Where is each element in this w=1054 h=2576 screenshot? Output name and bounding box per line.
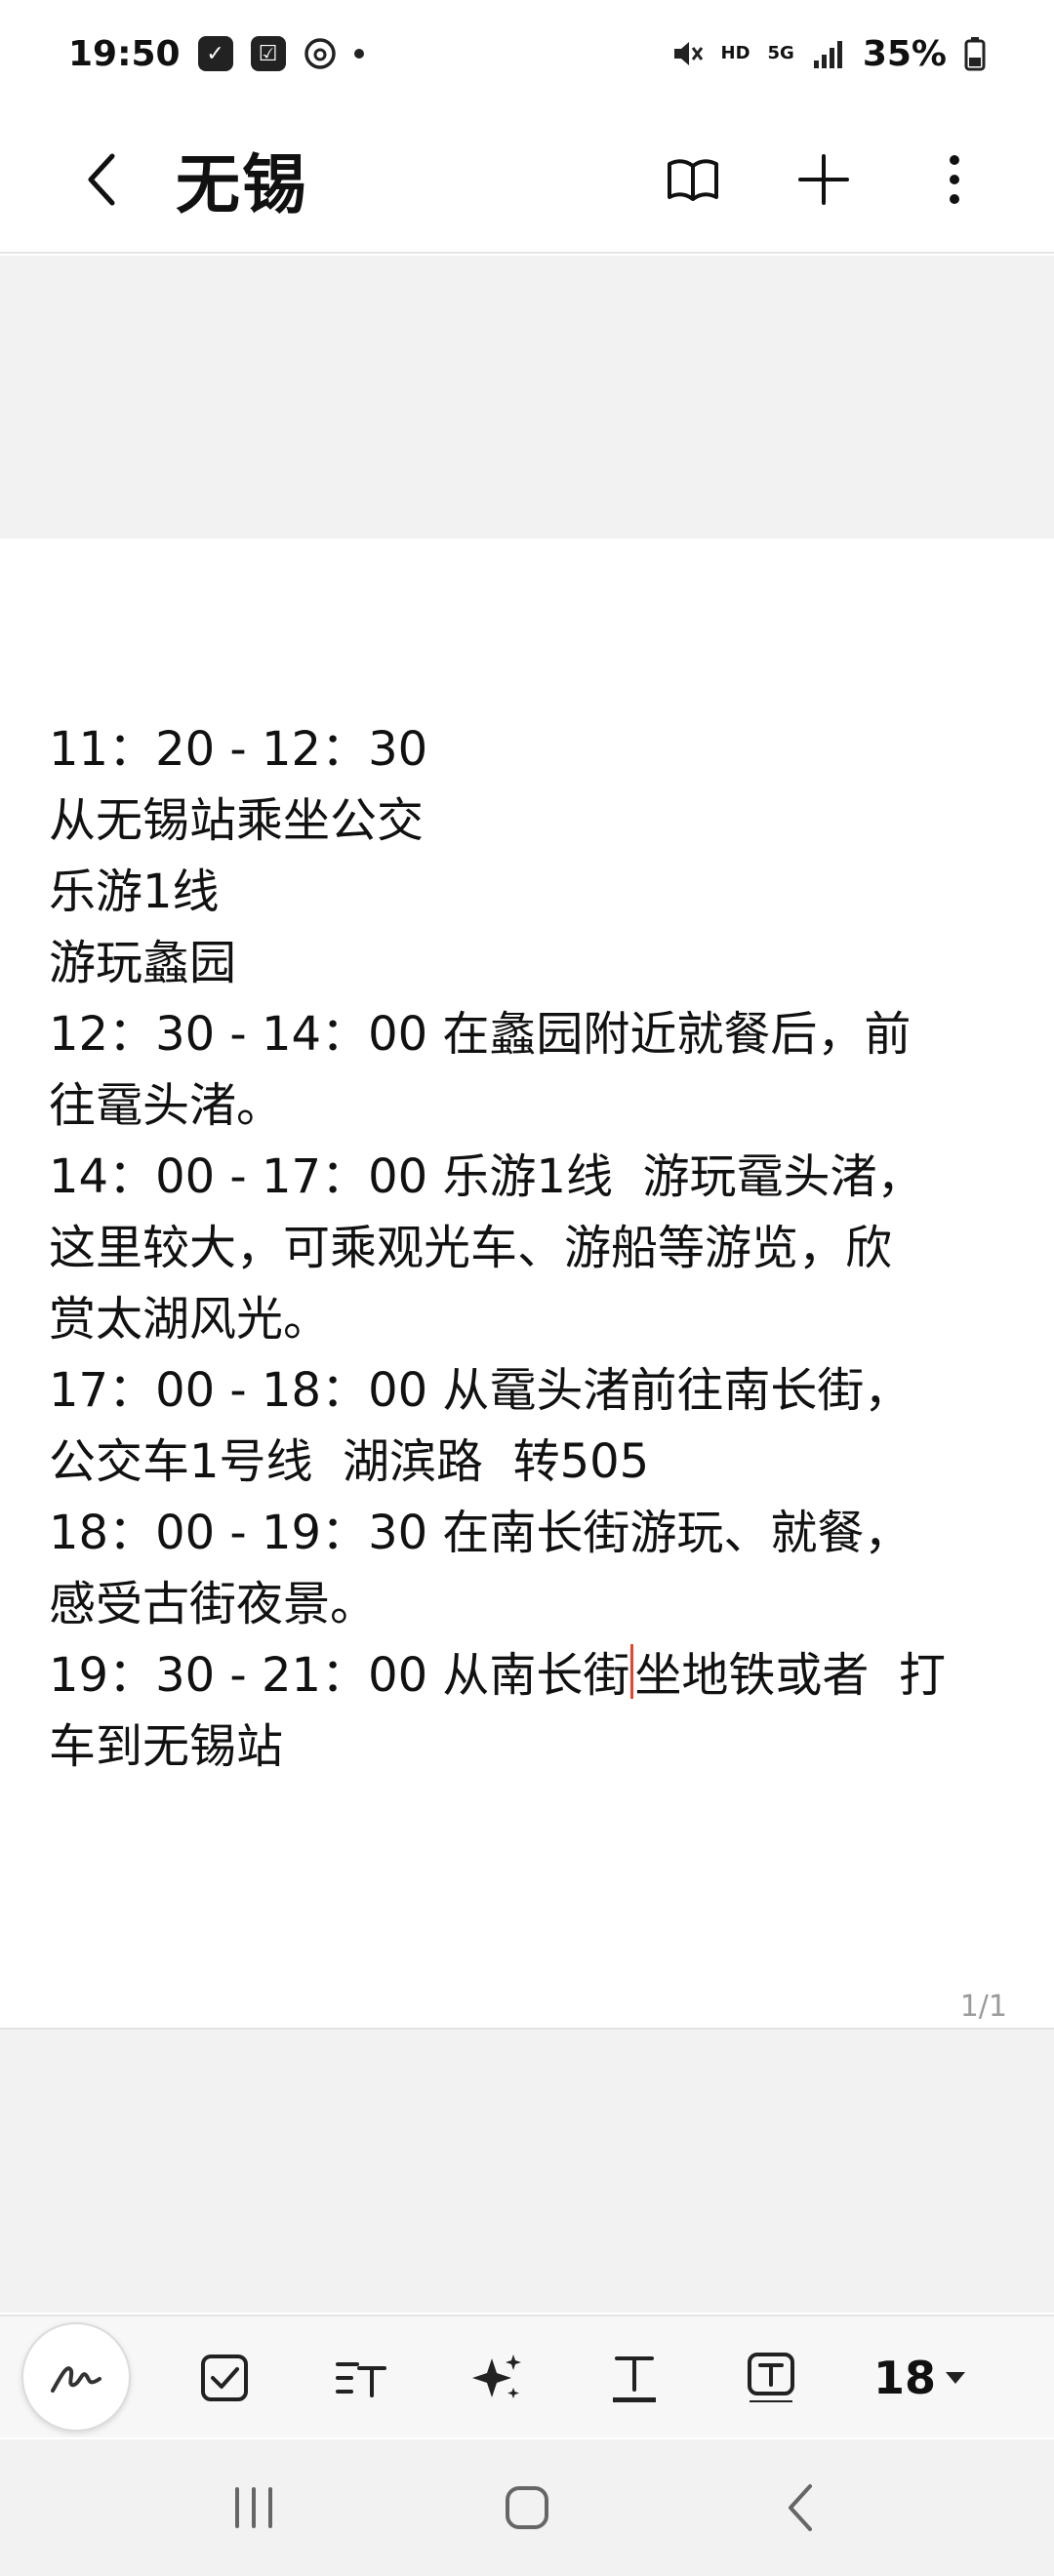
text-box-button[interactable]	[742, 2349, 800, 2407]
status-right: HD 5G 35%	[670, 34, 987, 74]
mute-icon	[670, 37, 704, 70]
edit-toolbar: 18	[0, 2314, 1054, 2437]
system-back-button[interactable]	[761, 2469, 839, 2547]
text-format-button[interactable]	[605, 2349, 664, 2407]
home-icon	[506, 2486, 548, 2529]
app-bar: 无锡	[0, 107, 1054, 254]
note-title[interactable]: 无锡	[176, 133, 308, 226]
note-line[interactable]: 赏太湖风光。	[49, 1284, 1015, 1355]
add-button[interactable]	[792, 148, 855, 211]
note-line[interactable]: 感受古街夜景。	[49, 1569, 1015, 1640]
note-line[interactable]: 乐游1线	[49, 857, 1015, 928]
note-line[interactable]: 游玩蠡园	[49, 928, 1015, 999]
text-cursor	[630, 1644, 634, 1699]
more-vert-icon	[950, 155, 959, 204]
note-line-with-cursor[interactable]: 19：30 - 21：00 从南长街 坐地铁或者 打	[49, 1640, 1015, 1711]
checkbox-icon	[201, 2355, 248, 2401]
battery-icon	[964, 36, 986, 71]
text-style-button[interactable]	[332, 2349, 390, 2407]
note-line[interactable]: 11：20 - 12：30	[49, 714, 1015, 785]
cursor-line-after: 坐地铁或者 打	[634, 1648, 946, 1703]
system-back-icon	[789, 2484, 812, 2531]
pen-mode-button[interactable]	[21, 2322, 131, 2432]
note-body[interactable]: 11：20 - 12：30 从无锡站乘坐公交 乐游1线 游玩蠡园 12：30 -…	[49, 714, 1015, 1783]
canvas-background-top	[0, 256, 1054, 539]
paragraph-style-icon	[336, 2362, 386, 2397]
note-line[interactable]: 这里较大，可乘观光车、游船等游览，欣	[49, 1213, 1015, 1284]
checklist-button[interactable]	[195, 2349, 254, 2407]
hd-label: HD	[720, 43, 750, 63]
home-button[interactable]	[488, 2469, 566, 2547]
note-line[interactable]: 18：00 - 19：30 在南长街游玩、就餐，	[49, 1498, 1015, 1569]
more-options-button[interactable]	[923, 148, 986, 211]
back-button[interactable]	[68, 145, 137, 214]
font-size-value: 18	[873, 2352, 937, 2404]
reading-mode-button[interactable]	[662, 148, 724, 211]
note-line[interactable]: 往鼋头渚。	[49, 1070, 1015, 1142]
font-size-selector[interactable]: 18	[873, 2340, 967, 2416]
page-indicator: 1/1	[959, 1990, 1007, 2024]
note-line[interactable]: 车到无锡站	[49, 1711, 1015, 1783]
note-line[interactable]: 17：00 - 18：00 从鼋头渚前往南长街，	[49, 1355, 1015, 1427]
checkbox-notification-icon: ☑	[250, 36, 286, 71]
app-notification-icon: ✓	[197, 36, 233, 71]
back-chevron-icon	[88, 153, 115, 206]
canvas-background-bottom	[0, 2028, 1054, 2313]
handwriting-icon	[51, 2366, 101, 2393]
book-icon	[668, 159, 718, 201]
note-line[interactable]: 12：30 - 14：00 在蠡园附近就餐后，前	[49, 999, 1015, 1070]
dropdown-triangle-icon	[946, 2372, 966, 2384]
sparkle-icon	[472, 2355, 521, 2398]
status-left: 19:50 ✓ ☑	[68, 34, 364, 74]
more-notifications-dot-icon	[353, 49, 364, 59]
signal-icon	[812, 39, 845, 68]
system-nav-bar	[0, 2439, 1054, 2576]
cursor-line-before: 19：30 - 21：00 从南长街	[49, 1648, 630, 1703]
note-page[interactable]: 11：20 - 12：30 从无锡站乘坐公交 乐游1线 游玩蠡园 12：30 -…	[0, 539, 1054, 2028]
note-line[interactable]: 从无锡站乘坐公交	[49, 785, 1015, 857]
netease-music-icon	[304, 37, 337, 70]
note-line[interactable]: 14：00 - 17：00 乐游1线 游玩鼋头渚，	[49, 1142, 1015, 1213]
note-line[interactable]: 公交车1号线 湖滨路 转505	[49, 1427, 1015, 1498]
status-time: 19:50	[68, 33, 181, 74]
app-bar-actions	[662, 148, 986, 211]
recent-apps-icon	[235, 2487, 272, 2528]
status-bar: 19:50 ✓ ☑ HD 5G 35%	[0, 0, 1054, 107]
text-underline-icon	[613, 2356, 656, 2402]
battery-percent: 35%	[862, 33, 947, 74]
recent-apps-button[interactable]	[215, 2469, 293, 2547]
text-box-icon	[748, 2353, 794, 2402]
network-5g-label: 5G	[767, 43, 794, 63]
plus-icon	[798, 154, 849, 205]
ai-assist-button[interactable]	[468, 2349, 527, 2407]
